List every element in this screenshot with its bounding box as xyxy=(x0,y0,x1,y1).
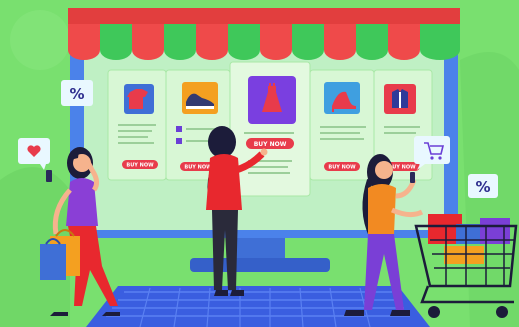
product-card-3: BUY NOW xyxy=(229,61,311,197)
product-card-4: BUY NOW xyxy=(309,69,375,181)
buy-now-label: BUY NOW xyxy=(126,163,154,169)
buy-now-button[interactable]: BUY NOW xyxy=(246,138,294,149)
product-card-1: BUY NOW xyxy=(107,69,167,181)
buy-now-label: BUY NOW xyxy=(254,141,287,148)
buy-now-button[interactable]: BUY NOW xyxy=(122,160,158,169)
shopping-illustration: BUY NOW BUY NOW BUY NOW BUY NOW BUY NOW … xyxy=(0,0,519,327)
keyboard xyxy=(86,286,430,327)
scene: BUY NOW BUY NOW BUY NOW BUY NOW BUY NOW … xyxy=(0,0,519,327)
percent-badge-right: % xyxy=(468,174,498,198)
percent-icon: % xyxy=(475,178,490,196)
awning xyxy=(68,8,460,60)
buy-now-button[interactable]: BUY NOW xyxy=(324,162,360,171)
buy-now-label: BUY NOW xyxy=(184,165,212,171)
percent-badge-left: % xyxy=(61,80,93,106)
percent-icon: % xyxy=(69,85,84,103)
buy-now-label: BUY NOW xyxy=(328,165,356,171)
